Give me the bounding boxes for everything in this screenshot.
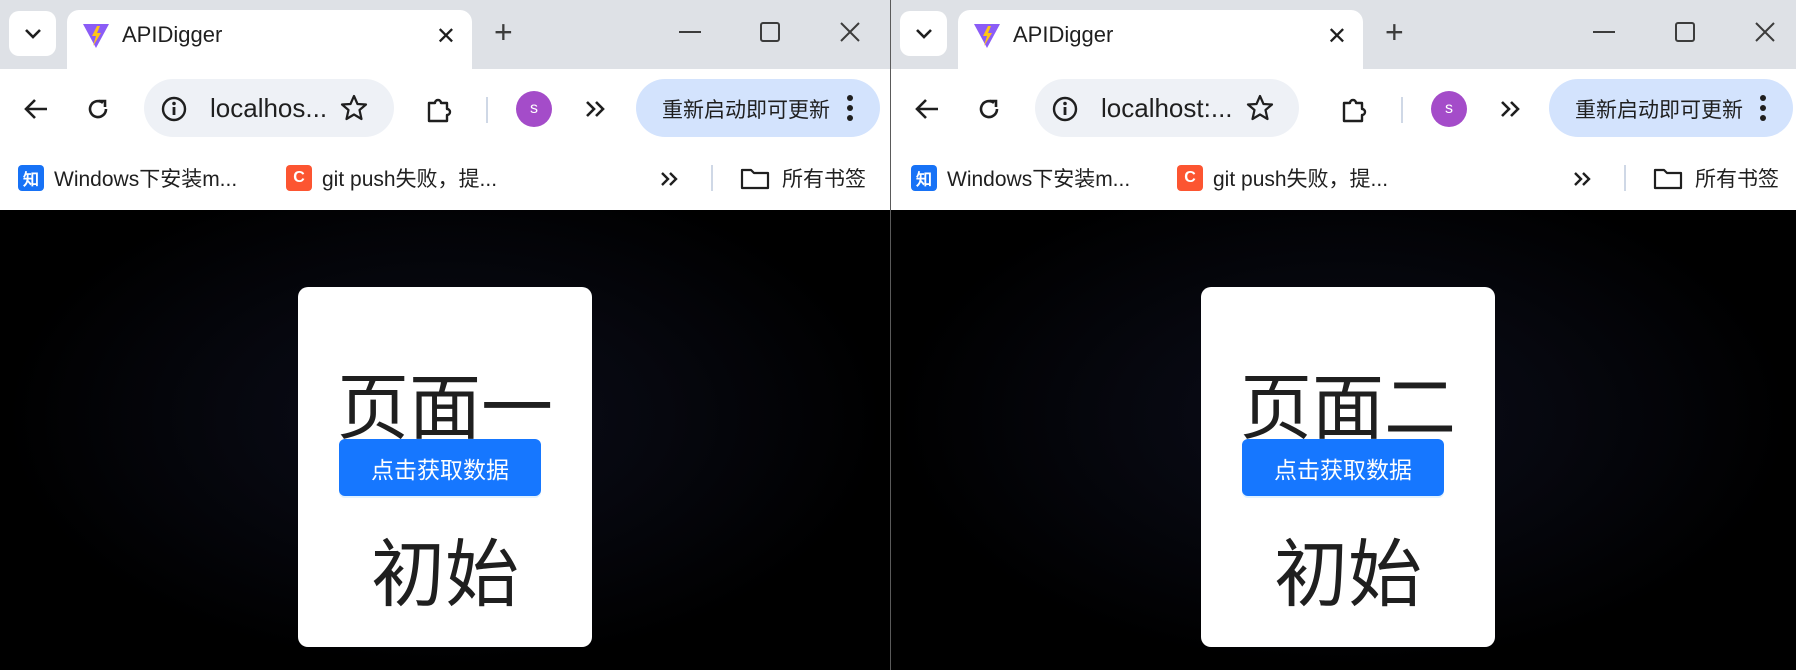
maximize-icon: [760, 22, 780, 42]
fetch-data-button[interactable]: 点击获取数据: [339, 439, 541, 496]
maximize-icon: [1675, 22, 1695, 42]
vite-logo-icon: [83, 24, 109, 48]
bookmark-label: git push失败，提...: [322, 168, 498, 191]
tab-title: APIDigger: [1013, 22, 1114, 47]
tab-title: APIDigger: [122, 22, 223, 47]
double-chevron-right-icon: [1501, 101, 1520, 117]
page-content: 页面二 点击获取数据 初始: [891, 210, 1796, 670]
minimize-icon: [679, 31, 701, 33]
tab-apidigger[interactable]: APIDigger ✕: [958, 10, 1363, 69]
reload-icon: [979, 99, 999, 119]
new-tab-button[interactable]: +: [494, 14, 513, 51]
minimize-button[interactable]: [670, 12, 710, 52]
back-arrow-icon: [24, 99, 47, 119]
double-chevron-right-icon: [1574, 172, 1591, 186]
browser-window-right: APIDigger ✕ + localhost:... s 重新启动即可更新 知…: [891, 0, 1796, 670]
star-icon[interactable]: [339, 93, 369, 123]
close-icon: [840, 22, 860, 42]
extensions-button[interactable]: [1335, 89, 1375, 129]
reload-button[interactable]: [969, 89, 1009, 129]
folder-icon: [740, 168, 770, 190]
status-text: 初始: [371, 533, 519, 616]
info-icon[interactable]: [160, 95, 188, 123]
bookmark-zhihu[interactable]: 知 Windows下安装m...: [911, 161, 1130, 195]
toolbar: localhos... s 重新启动即可更新 知 Windows下安装m... …: [0, 69, 890, 219]
fetch-data-button[interactable]: 点击获取数据: [1242, 439, 1444, 496]
close-icon: [1755, 22, 1775, 42]
vite-logo-icon: [974, 24, 1000, 48]
close-window-button[interactable]: [830, 12, 870, 52]
double-chevron-right-icon: [586, 101, 605, 117]
all-bookmarks[interactable]: 所有书签: [1653, 161, 1779, 195]
address-bar[interactable]: localhost:...: [1035, 79, 1299, 137]
profile-avatar[interactable]: s: [1431, 91, 1467, 127]
profile-avatar[interactable]: s: [516, 91, 552, 127]
toolbar: localhost:... s 重新启动即可更新 知 Windows下安装m..…: [891, 69, 1796, 219]
maximize-button[interactable]: [1665, 12, 1705, 52]
star-icon[interactable]: [1245, 93, 1275, 123]
maximize-button[interactable]: [750, 12, 790, 52]
tab-close-icon[interactable]: ✕: [1327, 22, 1347, 51]
tab-search-button[interactable]: [900, 11, 947, 56]
browser-window-left: APIDigger ✕ + localhos... s 重新启动即可更新 知 W…: [0, 0, 890, 670]
address-text: localhos...: [210, 93, 328, 123]
bookmark-csdn[interactable]: C git push失败，提...: [286, 161, 497, 195]
new-tab-button[interactable]: +: [1385, 14, 1404, 51]
bookmark-label: git push失败，提...: [1213, 168, 1389, 191]
bookmark-separator: [711, 165, 713, 191]
bookmark-label: Windows下安装m...: [54, 168, 238, 191]
puzzle-icon: [427, 98, 452, 123]
more-extensions-button[interactable]: [576, 89, 616, 129]
chevron-down-icon: [24, 28, 41, 39]
close-window-button[interactable]: [1745, 12, 1785, 52]
tab-search-button[interactable]: [9, 11, 56, 56]
more-extensions-button[interactable]: [1491, 89, 1531, 129]
page-card: 页面一 点击获取数据 初始: [298, 287, 592, 647]
all-bookmarks-label: 所有书签: [782, 168, 866, 191]
all-bookmarks-label: 所有书签: [1695, 168, 1779, 191]
address-text: localhost:...: [1101, 93, 1233, 123]
folder-icon: [1653, 168, 1683, 190]
csdn-icon: C: [1177, 165, 1203, 191]
kebab-menu-icon[interactable]: [846, 94, 854, 122]
tab-strip: APIDigger ✕ +: [0, 0, 890, 69]
reload-button[interactable]: [78, 89, 118, 129]
csdn-icon: C: [286, 165, 312, 191]
all-bookmarks[interactable]: 所有书签: [740, 161, 866, 195]
zhihu-icon: 知: [18, 165, 44, 191]
zhihu-icon: 知: [911, 165, 937, 191]
bookmarks-overflow-button[interactable]: [1563, 159, 1603, 199]
back-button[interactable]: [16, 89, 56, 129]
toolbar-separator: [486, 97, 488, 123]
minimize-button[interactable]: [1584, 12, 1624, 52]
info-icon[interactable]: [1051, 95, 1079, 123]
minimize-icon: [1593, 31, 1615, 33]
update-label: 重新启动即可更新: [662, 99, 830, 122]
chevron-down-icon: [915, 28, 932, 39]
kebab-menu-icon[interactable]: [1759, 94, 1767, 122]
back-button[interactable]: [907, 89, 947, 129]
page-card: 页面二 点击获取数据 初始: [1201, 287, 1495, 647]
bookmarks-overflow-button[interactable]: [650, 159, 690, 199]
tab-close-icon[interactable]: ✕: [436, 22, 456, 51]
update-label: 重新启动即可更新: [1575, 99, 1743, 122]
reload-icon: [88, 99, 108, 119]
bookmark-zhihu[interactable]: 知 Windows下安装m...: [18, 161, 237, 195]
double-chevron-right-icon: [661, 172, 678, 186]
bookmark-separator: [1624, 165, 1626, 191]
tab-apidigger[interactable]: APIDigger ✕: [67, 10, 472, 69]
bookmark-label: Windows下安装m...: [947, 168, 1131, 191]
back-arrow-icon: [915, 99, 938, 119]
page-content: 页面一 点击获取数据 初始: [0, 210, 890, 670]
puzzle-icon: [1342, 98, 1367, 123]
update-button[interactable]: 重新启动即可更新: [636, 79, 880, 137]
toolbar-separator: [1401, 97, 1403, 123]
tab-strip: APIDigger ✕ +: [891, 0, 1796, 69]
update-button[interactable]: 重新启动即可更新: [1549, 79, 1793, 137]
address-bar[interactable]: localhos...: [144, 79, 394, 137]
bookmark-csdn[interactable]: C git push失败，提...: [1177, 161, 1388, 195]
status-text: 初始: [1274, 533, 1422, 616]
extensions-button[interactable]: [420, 89, 460, 129]
